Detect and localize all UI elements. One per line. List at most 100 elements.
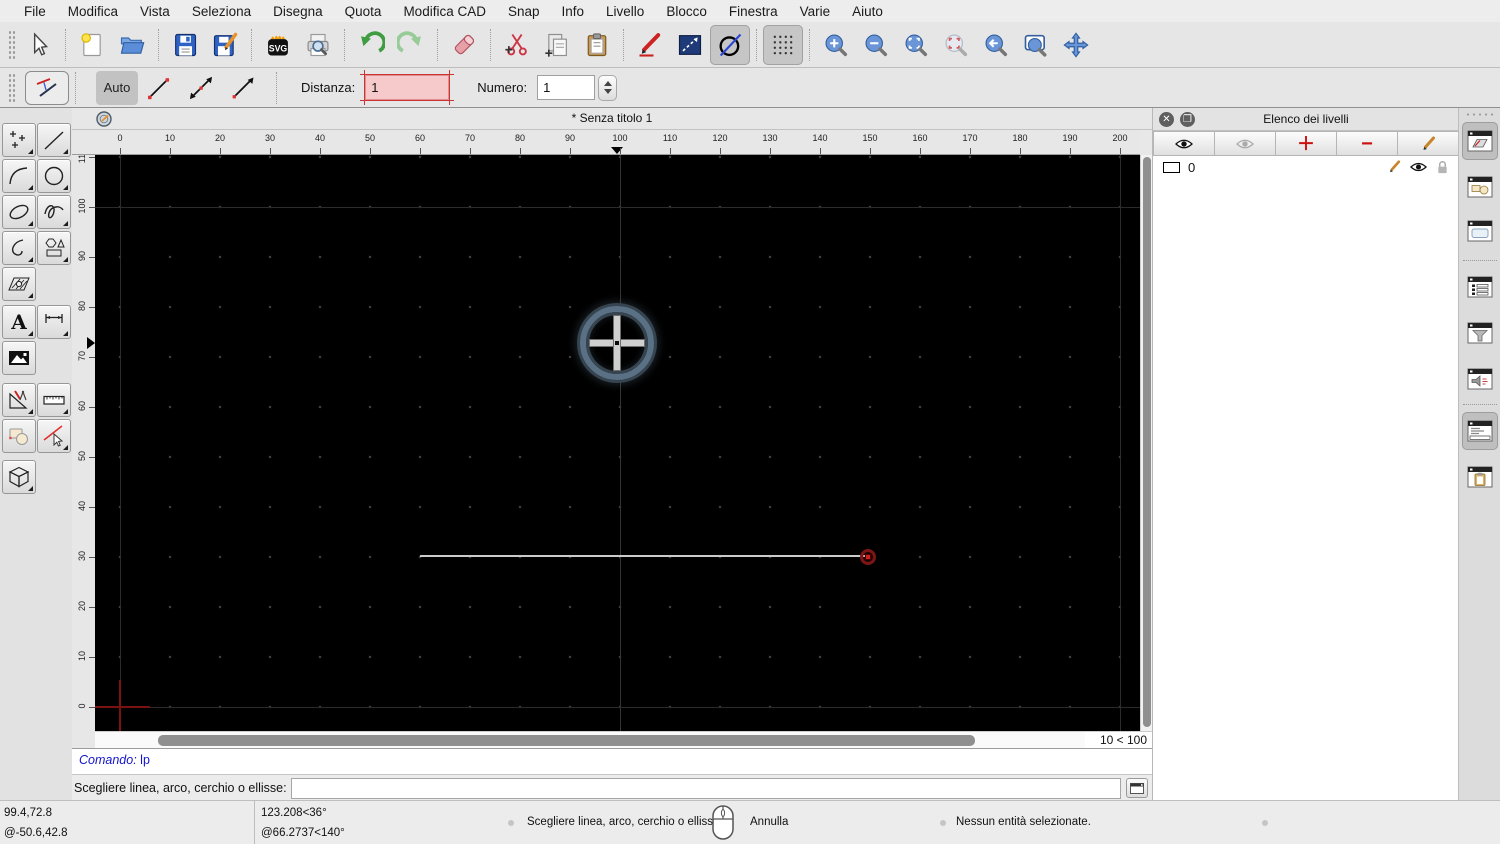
distance-input[interactable] bbox=[365, 75, 450, 100]
zoom-previous-button[interactable] bbox=[936, 25, 976, 65]
show-all-layers-button[interactable] bbox=[1153, 131, 1215, 156]
stepper-down-icon[interactable] bbox=[603, 89, 612, 94]
menu-snap[interactable]: Snap bbox=[497, 4, 551, 19]
paste-button[interactable] bbox=[577, 25, 617, 65]
add-layer-button[interactable]: ＋ bbox=[1276, 131, 1337, 156]
command-line-dock-button[interactable] bbox=[1462, 412, 1498, 450]
layer-row[interactable]: 0 bbox=[1153, 156, 1459, 178]
snap-options-button[interactable] bbox=[25, 70, 69, 105]
menu-modifica-cad[interactable]: Modifica CAD bbox=[392, 4, 497, 19]
menu-vista[interactable]: Vista bbox=[129, 4, 181, 19]
circle-tool-button[interactable] bbox=[37, 159, 71, 193]
h-ruler-label: 130 bbox=[762, 133, 778, 143]
text-tool-button[interactable]: A bbox=[2, 305, 36, 339]
line-arrow-button[interactable] bbox=[222, 71, 264, 105]
circle-line-tool-button[interactable] bbox=[710, 24, 750, 65]
svg-export-icon: SVG bbox=[268, 35, 288, 55]
hide-all-layers-button[interactable] bbox=[1215, 131, 1276, 156]
auto-button[interactable]: Auto bbox=[96, 70, 138, 105]
drawing-canvas[interactable] bbox=[95, 155, 1140, 731]
zoom-in-button[interactable] bbox=[816, 25, 856, 65]
selection-filter-dock-button[interactable] bbox=[1462, 314, 1498, 352]
spline-tool-button[interactable] bbox=[37, 195, 71, 229]
menu-varie[interactable]: Varie bbox=[789, 4, 842, 19]
statusbar-divider bbox=[254, 801, 255, 844]
open-folder-button[interactable] bbox=[112, 25, 152, 65]
menu-finestra[interactable]: Finestra bbox=[718, 4, 789, 19]
menu-file[interactable]: File bbox=[13, 4, 57, 19]
save-button[interactable] bbox=[165, 25, 205, 65]
toolbar-separator bbox=[344, 28, 345, 61]
menu-livello[interactable]: Livello bbox=[595, 4, 655, 19]
layer-visibility-eye-icon[interactable] bbox=[1410, 161, 1427, 173]
zoom-pan-button[interactable] bbox=[1056, 25, 1096, 65]
remove-layer-button[interactable]: − bbox=[1337, 131, 1398, 156]
copy-button[interactable] bbox=[537, 25, 577, 65]
vertical-scrollbar-thumb[interactable] bbox=[1143, 157, 1151, 727]
command-trigger-dock-button[interactable] bbox=[1462, 360, 1498, 398]
pointer-button[interactable] bbox=[19, 25, 59, 65]
hatch-tool-button[interactable] bbox=[2, 267, 36, 301]
command-input[interactable] bbox=[290, 777, 1121, 799]
redo-button[interactable] bbox=[391, 25, 431, 65]
stepper-up-icon[interactable] bbox=[603, 81, 612, 86]
ellipse-tool-button[interactable] bbox=[2, 195, 36, 229]
number-stepper[interactable] bbox=[598, 74, 618, 101]
select-window-button[interactable] bbox=[670, 25, 710, 65]
modify-tool-button[interactable] bbox=[2, 383, 36, 417]
select-tool-button[interactable] bbox=[37, 419, 71, 453]
zoom-auto-button[interactable] bbox=[896, 25, 936, 65]
image-tool-button[interactable] bbox=[2, 341, 36, 375]
toolbar-separator bbox=[65, 28, 66, 61]
horizontal-scrollbar[interactable] bbox=[95, 731, 1085, 748]
print-preview-button[interactable] bbox=[298, 25, 338, 65]
menu-blocco[interactable]: Blocco bbox=[655, 4, 718, 19]
layer-lock-icon[interactable] bbox=[1436, 160, 1449, 175]
edit-entity-button[interactable] bbox=[630, 25, 670, 65]
zoom-window-button[interactable] bbox=[1016, 25, 1056, 65]
arc-tool-button[interactable] bbox=[2, 159, 36, 193]
eraser-button[interactable] bbox=[444, 25, 484, 65]
entity-list-dock-button[interactable] bbox=[1462, 268, 1498, 306]
number-input[interactable] bbox=[537, 75, 596, 100]
toolbar-drag-handle[interactable] bbox=[8, 29, 15, 60]
points-tool-button[interactable] bbox=[2, 123, 36, 157]
blocks-tool-button[interactable] bbox=[2, 419, 36, 453]
line-two-points-button[interactable] bbox=[138, 71, 180, 105]
menu-aiuto[interactable]: Aiuto bbox=[841, 4, 894, 19]
measure-tool-button[interactable] bbox=[37, 383, 71, 417]
layer-edit-pencil-icon[interactable] bbox=[1387, 160, 1401, 174]
edit-layer-button[interactable] bbox=[1398, 131, 1459, 156]
menu-quota[interactable]: Quota bbox=[334, 4, 393, 19]
line-double-arrow-button[interactable] bbox=[180, 71, 222, 105]
toolbar-drag-handle[interactable] bbox=[8, 72, 15, 103]
detach-command-line-button[interactable] bbox=[1126, 778, 1148, 798]
vertical-scrollbar[interactable] bbox=[1140, 155, 1152, 731]
zoom-out-button[interactable] bbox=[856, 25, 896, 65]
cut-button[interactable] bbox=[497, 25, 537, 65]
menu-info[interactable]: Info bbox=[551, 4, 596, 19]
block-list-dock-button[interactable] bbox=[1462, 168, 1498, 206]
hint-bullet bbox=[508, 820, 514, 826]
line-entity[interactable] bbox=[420, 555, 868, 557]
zoom-back-button[interactable] bbox=[976, 25, 1016, 65]
layer-color-swatch[interactable] bbox=[1163, 161, 1180, 173]
dock-drag-handle[interactable] bbox=[1465, 112, 1495, 117]
line-tool-button[interactable] bbox=[37, 123, 71, 157]
layer-list-dock-button[interactable] bbox=[1462, 122, 1498, 160]
undo-button[interactable] bbox=[351, 25, 391, 65]
menu-modifica[interactable]: Modifica bbox=[57, 4, 129, 19]
dimension-tool-button[interactable] bbox=[37, 305, 71, 339]
clipboard-dock-button[interactable] bbox=[1462, 458, 1498, 496]
svg-export-button[interactable]: SVG bbox=[258, 25, 298, 65]
horizontal-scrollbar-thumb[interactable] bbox=[158, 735, 975, 746]
library-browser-dock-button[interactable] bbox=[1462, 212, 1498, 250]
grid-toggle-button[interactable] bbox=[763, 24, 803, 65]
polyline-tool-button[interactable] bbox=[2, 231, 36, 265]
solid-tool-button[interactable] bbox=[2, 460, 36, 494]
menu-disegna[interactable]: Disegna bbox=[262, 4, 334, 19]
shapes-tool-button[interactable] bbox=[37, 231, 71, 265]
menu-seleziona[interactable]: Seleziona bbox=[181, 4, 262, 19]
save-as-button[interactable] bbox=[205, 25, 245, 65]
new-document-button[interactable] bbox=[72, 25, 112, 65]
